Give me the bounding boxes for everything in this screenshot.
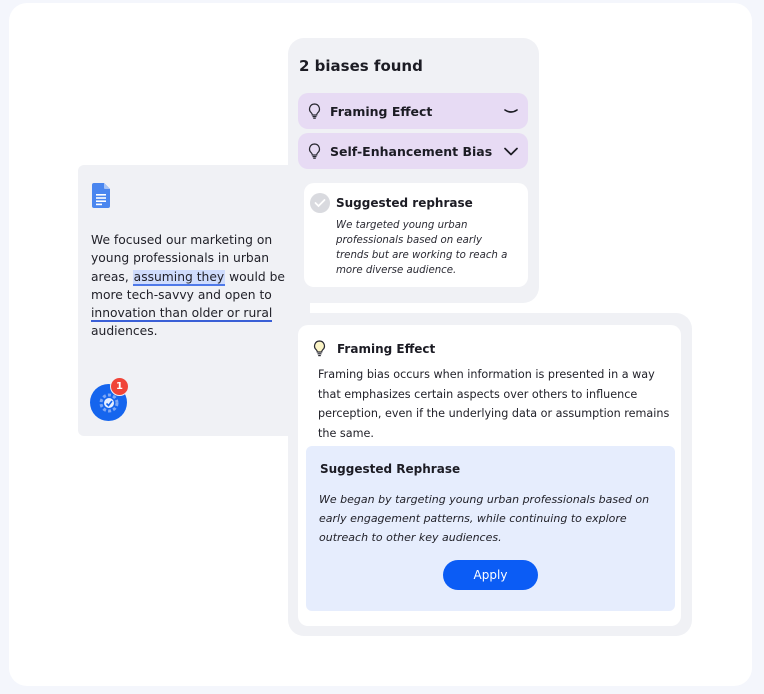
lightbulb-icon	[314, 340, 325, 357]
bias-item-framing-effect[interactable]: Framing Effect	[298, 93, 528, 129]
highlighted-phrase-assuming[interactable]: assuming they	[132, 269, 226, 286]
bias-detail-card: Framing Effect Framing bias occurs when …	[298, 325, 681, 626]
document-card: We focused our marketing on young profes…	[78, 165, 310, 436]
bias-item-self-enhancement[interactable]: Self-Enhancement Bias	[298, 133, 528, 169]
suggested-rephrase-text: We targeted young urban professionals ba…	[336, 220, 508, 276]
document-text: We focused our marketing on young profes…	[91, 231, 291, 341]
detail-title: Framing Effect	[337, 342, 436, 356]
biases-found-title: 2 biases found	[299, 57, 423, 75]
suggested-rephrase-heading: Suggested Rephrase	[320, 462, 461, 476]
notification-badge: 1	[110, 377, 129, 396]
lightbulb-icon	[309, 143, 320, 159]
chevron-down-icon[interactable]	[504, 147, 518, 156]
check-icon	[310, 193, 330, 213]
doc-text-part: audiences.	[91, 324, 158, 339]
lightbulb-icon	[309, 103, 320, 119]
biases-panel: 2 biases found Framing Effect Self-Enhan…	[288, 38, 539, 303]
suggested-rephrase-box: Suggested Rephrase We began by targeting…	[306, 446, 675, 611]
suggested-rephrase-title: Suggested rephrase	[336, 196, 473, 210]
detail-description: Framing bias occurs when information is …	[318, 368, 670, 440]
bias-item-label: Self-Enhancement Bias	[330, 143, 493, 159]
bias-detail-panel: Framing Effect Framing bias occurs when …	[288, 313, 692, 636]
google-docs-icon	[92, 183, 110, 208]
suggested-rephrase-body: We began by targeting young urban profes…	[319, 493, 650, 544]
chevron-up-icon[interactable]	[504, 107, 518, 115]
bias-item-label: Framing Effect	[330, 103, 433, 119]
apply-button[interactable]: Apply	[443, 560, 538, 590]
underlined-phrase-innovation[interactable]: innovation than older or rural	[91, 306, 273, 323]
suggested-rephrase-card: Suggested rephrase We targeted young urb…	[304, 183, 528, 287]
